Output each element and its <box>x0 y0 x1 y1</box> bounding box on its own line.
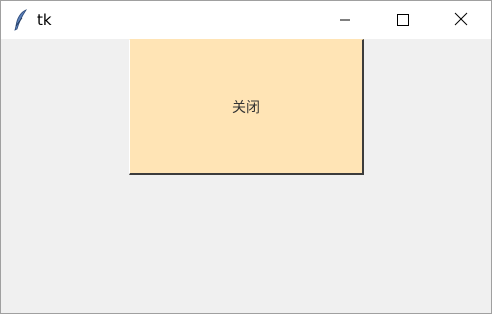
title-bar[interactable]: tk <box>1 1 491 39</box>
minimize-button[interactable] <box>322 1 368 39</box>
close-app-button-label: 关闭 <box>232 99 260 116</box>
close-window-button[interactable] <box>438 1 484 39</box>
close-icon <box>454 11 468 30</box>
maximize-button[interactable] <box>380 1 426 39</box>
tk-window: tk 关闭 <box>0 0 492 314</box>
window-client-area: 关闭 <box>1 39 491 313</box>
close-app-button[interactable]: 关闭 <box>129 39 364 175</box>
maximize-icon <box>397 11 409 30</box>
window-title: tk <box>37 11 52 29</box>
minimize-icon <box>339 11 351 30</box>
feather-icon <box>13 9 29 31</box>
